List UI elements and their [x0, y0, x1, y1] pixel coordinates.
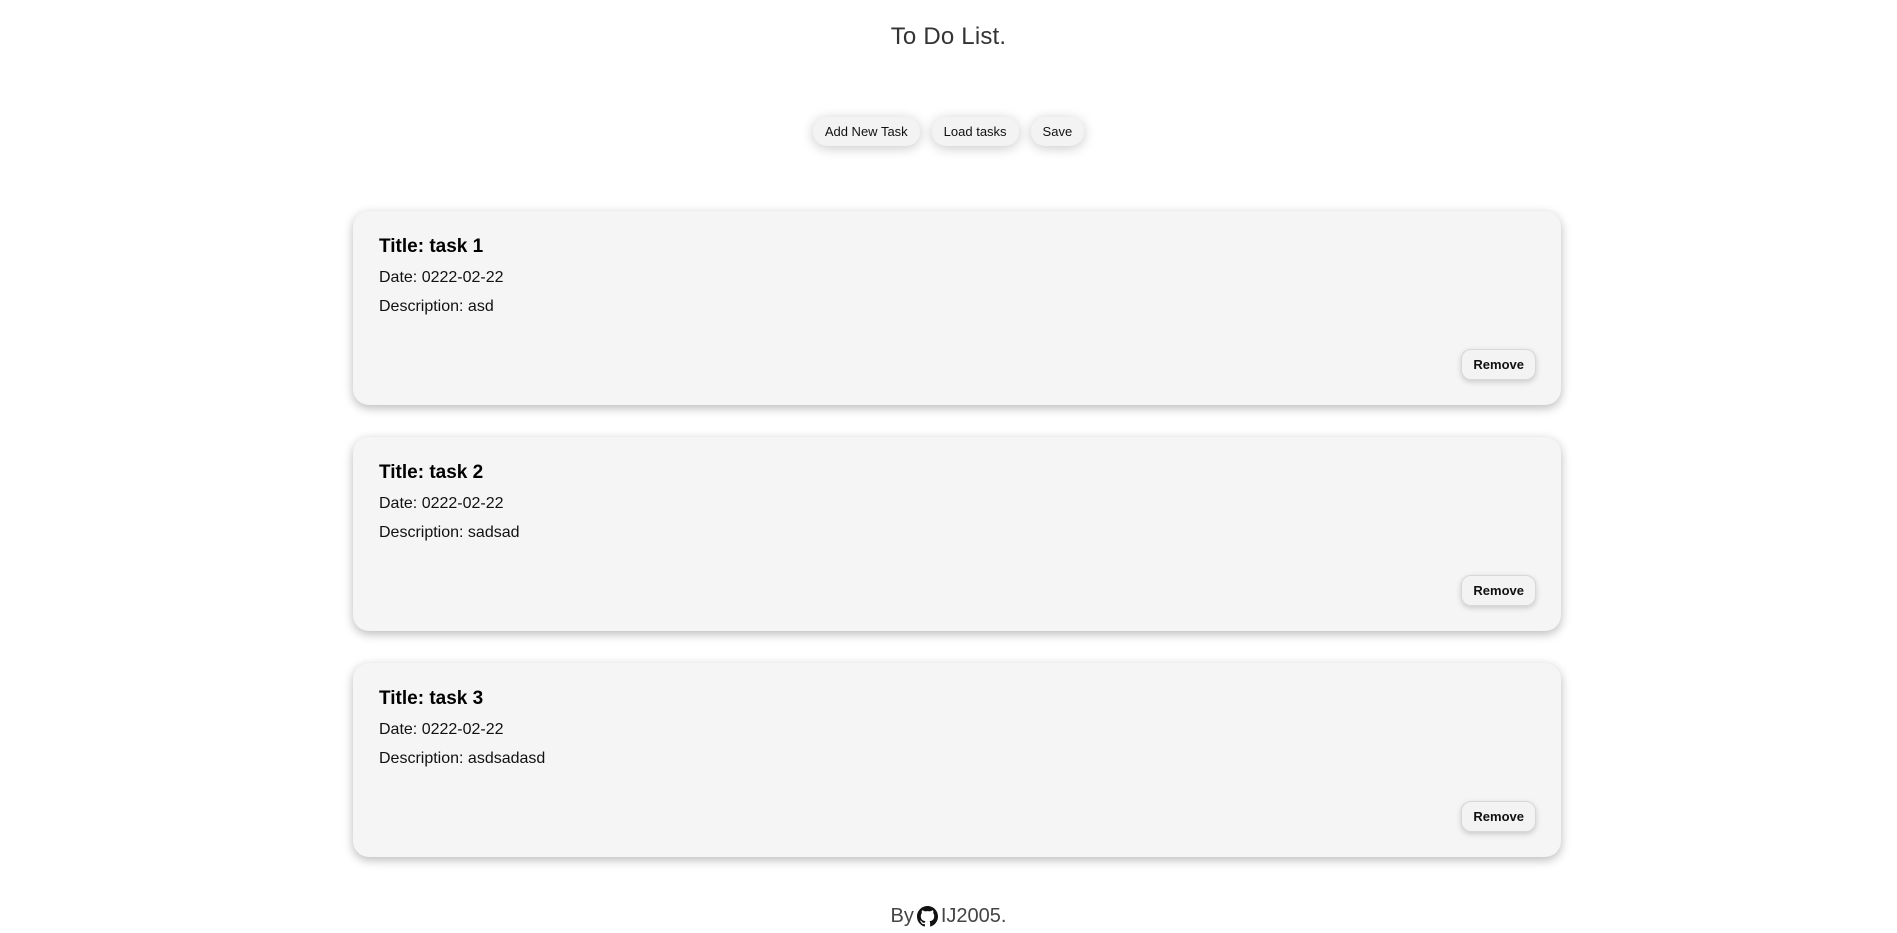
- add-new-task-button[interactable]: Add New Task: [812, 117, 920, 146]
- task-date: Date: 0222-02-22: [379, 269, 504, 286]
- toolbar: Add New Task Load tasks Save: [0, 117, 1897, 146]
- remove-button[interactable]: Remove: [1461, 801, 1536, 832]
- load-tasks-button[interactable]: Load tasks: [931, 117, 1019, 146]
- task-date: Date: 0222-02-22: [379, 495, 504, 512]
- task-date: Date: 0222-02-22: [379, 721, 504, 738]
- footer-by-label: By: [890, 905, 914, 927]
- task-title: Title: task 3: [379, 688, 484, 709]
- page-title: To Do List.: [890, 23, 1007, 50]
- task-description: Description: asdsadasd: [379, 750, 546, 767]
- task-list: Title: task 1 Date: 0222-02-22 Descripti…: [353, 211, 1561, 889]
- task-title: Title: task 1: [379, 236, 484, 257]
- task-description: Description: sadsad: [379, 524, 520, 541]
- task-card: Title: task 3 Date: 0222-02-22 Descripti…: [353, 663, 1561, 857]
- github-icon[interactable]: [916, 906, 938, 927]
- footer: By IJ2005.: [0, 905, 1897, 928]
- task-description: Description: asd: [379, 298, 494, 315]
- save-button[interactable]: Save: [1030, 117, 1085, 146]
- remove-button[interactable]: Remove: [1461, 575, 1536, 606]
- task-card: Title: task 1 Date: 0222-02-22 Descripti…: [353, 211, 1561, 405]
- remove-button[interactable]: Remove: [1461, 349, 1536, 380]
- footer-author-link[interactable]: IJ2005.: [941, 905, 1007, 928]
- task-title: Title: task 2: [379, 462, 484, 483]
- task-card: Title: task 2 Date: 0222-02-22 Descripti…: [353, 437, 1561, 631]
